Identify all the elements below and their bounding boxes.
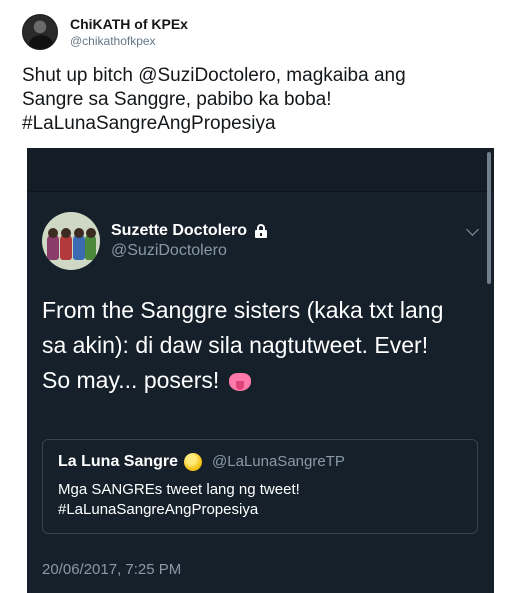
tweet-text: Shut up bitch @SuziDoctolero, magkaiba a… [22, 64, 502, 136]
screenshot-top-bar [27, 148, 494, 192]
verified-icon [184, 453, 203, 471]
embedded-timestamp: 20/06/2017, 7:25 PM [42, 561, 182, 578]
quoted-tweet-text: Mga SANGREs tweet lang ng tweet! #LaLuna… [58, 480, 462, 520]
author-handle[interactable]: @chikathofkpex [70, 33, 188, 49]
tweet-card: ChiKATH of KPEx @chikathofkpex Shut up b… [0, 0, 521, 593]
chevron-down-icon [466, 223, 479, 236]
quoted-tweet-header: La Luna Sangre @LaLunaSangreTP [58, 452, 462, 472]
embedded-text-line: sa akin): di daw sila nagtutweet. Ever! [42, 332, 429, 358]
embedded-author-names: Suzette Doctolero @SuziDoctolero [111, 221, 268, 261]
embedded-text-line: From the Sanggre sisters (kaka txt lang [42, 297, 444, 323]
doll-figure [47, 228, 59, 260]
author-names: ChiKATH of KPEx @chikathofkpex [70, 15, 188, 49]
scrollbar [487, 152, 491, 284]
author-display-name[interactable]: ChiKATH of KPEx [70, 15, 188, 33]
embedded-tweet-header: Suzette Doctolero @SuziDoctolero [42, 212, 268, 270]
tweet-text-line: Sangre sa Sanggre, pabibo ka boba! [22, 89, 332, 110]
doll-figure [85, 228, 96, 260]
embedded-author-handle: @SuziDoctolero [111, 242, 227, 259]
embedded-author-display-name: Suzette Doctolero [111, 222, 248, 239]
embedded-avatar [42, 212, 100, 270]
doll-figure [60, 228, 72, 260]
quoted-text-line: Mga SANGREs tweet lang ng tweet! [58, 481, 300, 498]
embedded-screenshot[interactable]: Suzette Doctolero @SuziDoctolero From th… [27, 148, 494, 593]
embedded-text-line: So may... posers! [42, 367, 220, 393]
embedded-tweet-text: From the Sanggre sisters (kaka txt lang … [42, 293, 482, 398]
tweet-text-line: Shut up bitch @SuziDoctolero, magkaiba a… [22, 65, 406, 86]
quoted-author-display-name: La Luna Sangre [58, 453, 179, 470]
avatar[interactable] [22, 14, 58, 50]
embedded-text-line-last: So may... posers! [42, 363, 482, 398]
doll-figure [73, 228, 85, 260]
tongue-emoji-icon [229, 372, 252, 391]
tweet-text-line: #LaLunaSangreAngPropesiya [22, 113, 276, 134]
tweet-header: ChiKATH of KPEx @chikathofkpex [22, 10, 188, 54]
quoted-text-line: #LaLunaSangreAngPropesiya [58, 501, 259, 518]
embedded-name-row: Suzette Doctolero [111, 221, 268, 241]
lock-icon [255, 224, 268, 238]
quoted-tweet: La Luna Sangre @LaLunaSangreTP Mga SANGR… [42, 439, 478, 534]
quoted-author-handle: @LaLunaSangreTP [212, 453, 345, 470]
